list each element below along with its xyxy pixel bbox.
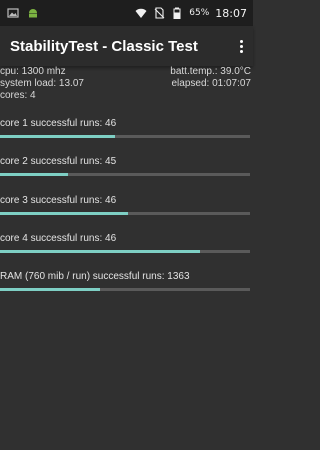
elapsed-time: elapsed: 01:07:07	[171, 78, 251, 89]
test-label: core 1 successful runs: 46	[0, 118, 117, 129]
cpu-frequency: cpu: 1300 mhz	[0, 66, 66, 77]
progress-track	[0, 250, 250, 253]
app-bar: StabilityTest - Classic Test	[0, 26, 253, 66]
clock: 18:07	[215, 6, 247, 20]
progress-fill	[0, 212, 128, 215]
test-info: cpu: 1300 mhz batt.temp.: 39.0°C system …	[0, 66, 253, 102]
test-ram: RAM (760 mib / run) successful runs: 136…	[0, 270, 253, 291]
test-core-4: core 4 successful runs: 46	[0, 232, 253, 253]
progress-track	[0, 212, 250, 215]
system-load: system load: 13.07	[0, 78, 84, 89]
status-bar: 65% 18:07	[0, 0, 253, 26]
test-label: core 3 successful runs: 46	[0, 195, 117, 206]
battery-icon	[173, 7, 181, 19]
info-row-load: system load: 13.07 elapsed: 01:07:07	[0, 78, 253, 90]
info-row-cores: cores: 4	[0, 90, 253, 102]
progress-fill	[0, 250, 200, 253]
no-sim-icon	[154, 7, 165, 19]
progress-fill	[0, 173, 68, 176]
test-core-2: core 2 successful runs: 45	[0, 155, 253, 176]
wifi-icon	[135, 8, 147, 18]
progress-track	[0, 135, 250, 138]
test-core-3: core 3 successful runs: 46	[0, 194, 253, 215]
test-label: RAM (760 mib / run) successful runs: 136…	[0, 271, 190, 282]
core-count: cores: 4	[0, 90, 36, 101]
battery-temperature: batt.temp.: 39.0°C	[170, 66, 251, 77]
progress-fill	[0, 135, 115, 138]
progress-fill	[0, 288, 100, 291]
test-label: core 4 successful runs: 46	[0, 233, 117, 244]
android-icon	[29, 9, 37, 18]
image-icon	[7, 8, 19, 18]
progress-track	[0, 288, 250, 291]
test-core-1: core 1 successful runs: 46	[0, 117, 253, 138]
info-row-cpu: cpu: 1300 mhz batt.temp.: 39.0°C	[0, 66, 253, 78]
overflow-menu-icon[interactable]	[229, 26, 253, 66]
test-label: core 2 successful runs: 45	[0, 156, 117, 167]
battery-percent: 65%	[189, 8, 210, 18]
app-title: StabilityTest - Classic Test	[10, 37, 198, 55]
progress-track	[0, 173, 250, 176]
